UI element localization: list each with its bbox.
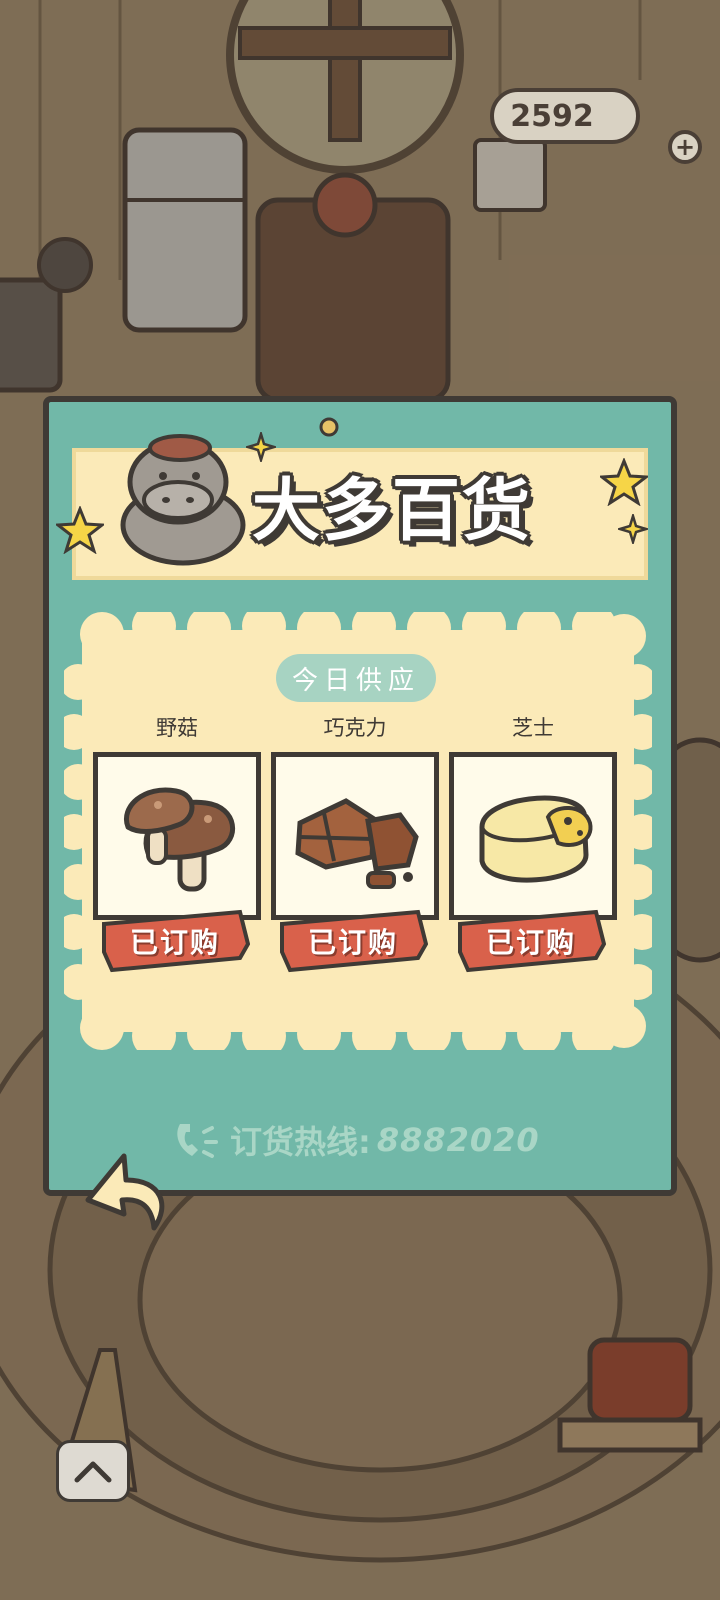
item-card-cheese[interactable] bbox=[449, 752, 617, 920]
ordered-badge-mushroom: 已订购 bbox=[100, 908, 250, 974]
item-name-mushroom: 野菇 bbox=[156, 716, 198, 740]
chevron-up-icon bbox=[74, 1461, 112, 1483]
item-card-mushroom[interactable] bbox=[93, 752, 261, 920]
ordered-badge-chocolate: 已订购 bbox=[278, 908, 428, 974]
today-supply-label: 今日供应 bbox=[276, 654, 436, 702]
coin-counter: 2592 bbox=[490, 88, 640, 144]
hippo-shopkeeper-icon bbox=[120, 434, 246, 566]
ordered-badge-cheese: 已订购 bbox=[456, 908, 606, 974]
item-card-chocolate[interactable] bbox=[271, 752, 439, 920]
panel-pin-icon bbox=[319, 417, 339, 437]
hotline-label: 订货热线: bbox=[230, 1123, 371, 1161]
back-arrow-icon bbox=[85, 1153, 165, 1231]
coin-value: 2592 bbox=[510, 98, 594, 134]
plus-icon[interactable]: + bbox=[668, 130, 702, 164]
back-button[interactable] bbox=[80, 1150, 190, 1250]
scroll-up-button[interactable] bbox=[56, 1440, 130, 1502]
ordered-label: 已订购 bbox=[307, 926, 398, 959]
hotline-number: 8882020 bbox=[376, 1121, 540, 1159]
item-name-chocolate: 巧克力 bbox=[323, 716, 387, 740]
item-name-cheese: 芝士 bbox=[512, 716, 554, 740]
mushroom-icon bbox=[124, 787, 235, 892]
sparkle-icon bbox=[618, 514, 648, 544]
star-icon bbox=[56, 506, 104, 554]
ordered-label: 已订购 bbox=[129, 926, 220, 959]
chocolate-icon bbox=[295, 798, 419, 889]
order-hotline: 订货热线: 8882020 bbox=[172, 1112, 540, 1168]
shop-title: 大多百货 bbox=[252, 472, 533, 551]
ordered-label: 已订购 bbox=[485, 926, 576, 959]
cheese-icon bbox=[479, 795, 593, 883]
